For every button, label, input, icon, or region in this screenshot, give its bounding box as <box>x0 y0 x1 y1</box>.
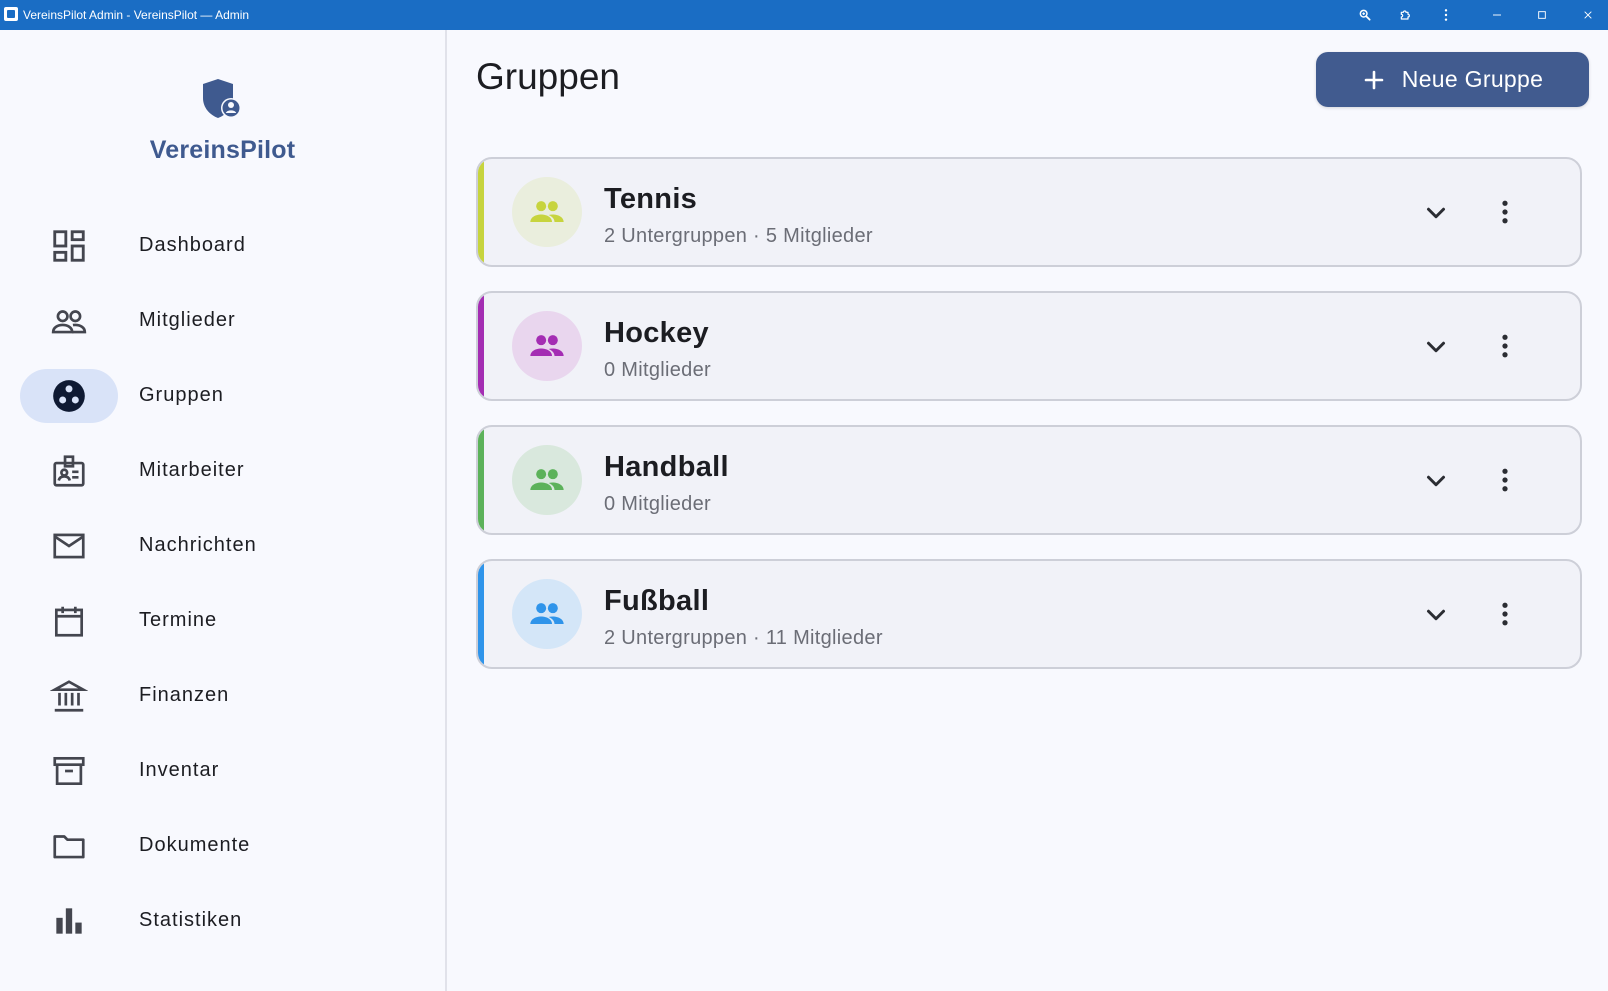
sidebar: VereinsPilot Dashboard Mitglieder Gruppe… <box>0 30 447 991</box>
maximize-icon[interactable] <box>1532 5 1552 25</box>
sidebar-item-mitglieder[interactable]: Mitglieder <box>20 292 425 350</box>
sidebar-item-label: Mitglieder <box>139 309 236 331</box>
group-meta: 0 Mitglieder <box>604 359 711 381</box>
more-options-icon[interactable] <box>1486 461 1524 499</box>
sidebar-item-label: Statistiken <box>139 909 243 931</box>
group-name: Handball <box>604 451 729 483</box>
group-icon <box>512 311 582 381</box>
group-name: Tennis <box>604 183 698 215</box>
group-icon <box>512 579 582 649</box>
group-meta: 0 Mitglieder <box>604 493 711 515</box>
sidebar-item-inventar[interactable]: Inventar <box>20 742 425 800</box>
calendar-icon <box>20 594 118 648</box>
sidebar-item-finanzen[interactable]: Finanzen <box>20 667 425 725</box>
group-meta: 2 Untergruppen · 11 Mitglieder <box>604 627 883 649</box>
dashboard-icon <box>20 219 118 273</box>
extensions-icon[interactable] <box>1396 5 1416 25</box>
group-card-tennis[interactable]: Tennis 2 Untergruppen · 5 Mitglieder <box>476 157 1582 267</box>
new-group-button-label: Neue Gruppe <box>1401 66 1544 92</box>
sidebar-item-statistiken[interactable]: Statistiken <box>20 892 425 950</box>
expand-chevron-icon[interactable] <box>1418 597 1454 633</box>
badge-icon <box>20 444 118 498</box>
group-card-hockey[interactable]: Hockey 0 Mitglieder <box>476 291 1582 401</box>
archive-icon <box>20 744 118 798</box>
groups-icon <box>20 369 118 423</box>
sidebar-item-label: Dokumente <box>139 834 251 856</box>
sidebar-item-label: Dashboard <box>139 234 246 256</box>
sidebar-item-dashboard[interactable]: Dashboard <box>20 217 425 275</box>
more-options-icon[interactable] <box>1486 193 1524 231</box>
kebab-menu-icon[interactable] <box>1436 5 1456 25</box>
group-color-accent <box>478 293 484 399</box>
group-card-fussball[interactable]: Fußball 2 Untergruppen · 11 Mitglieder <box>476 559 1582 669</box>
group-color-accent <box>478 427 484 533</box>
people-icon <box>20 294 118 348</box>
sidebar-item-label: Gruppen <box>139 384 224 406</box>
folder-icon <box>20 819 118 873</box>
title-bar: VereinsPilot Admin - VereinsPilot — Admi… <box>0 0 1608 30</box>
mail-icon <box>20 519 118 573</box>
brand-name: VereinsPilot <box>149 136 296 164</box>
sidebar-item-label: Termine <box>139 609 218 631</box>
group-name: Hockey <box>604 317 709 349</box>
sidebar-item-label: Mitarbeiter <box>139 459 245 481</box>
sidebar-item-termine[interactable]: Termine <box>20 592 425 650</box>
more-options-icon[interactable] <box>1486 327 1524 365</box>
app-icon <box>4 7 18 21</box>
bar-chart-icon <box>20 894 118 948</box>
sidebar-item-gruppen[interactable]: Gruppen <box>20 367 425 425</box>
page-title: Gruppen <box>476 56 620 97</box>
group-name: Fußball <box>604 585 710 617</box>
sidebar-item-label: Nachrichten <box>139 534 257 556</box>
expand-chevron-icon[interactable] <box>1418 329 1454 365</box>
bank-icon <box>20 669 118 723</box>
expand-chevron-icon[interactable] <box>1418 195 1454 231</box>
minimize-icon[interactable] <box>1487 5 1507 25</box>
zoom-icon[interactable] <box>1355 5 1375 25</box>
plus-icon <box>1364 70 1384 89</box>
window-title: VereinsPilot Admin - VereinsPilot — Admi… <box>23 8 250 22</box>
group-meta: 2 Untergruppen · 5 Mitglieder <box>604 225 873 247</box>
shield-user-logo-icon <box>197 78 247 128</box>
sidebar-item-label: Inventar <box>139 759 220 781</box>
sidebar-item-dokumente[interactable]: Dokumente <box>20 817 425 875</box>
sidebar-item-nachrichten[interactable]: Nachrichten <box>20 517 425 575</box>
expand-chevron-icon[interactable] <box>1418 463 1454 499</box>
group-color-accent <box>478 159 484 265</box>
group-icon <box>512 445 582 515</box>
group-card-handball[interactable]: Handball 0 Mitglieder <box>476 425 1582 535</box>
new-group-button[interactable]: Neue Gruppe <box>1316 52 1589 107</box>
sidebar-item-mitarbeiter[interactable]: Mitarbeiter <box>20 442 425 500</box>
sidebar-item-label: Finanzen <box>139 684 230 706</box>
more-options-icon[interactable] <box>1486 595 1524 633</box>
close-icon[interactable] <box>1578 5 1598 25</box>
group-color-accent <box>478 561 484 667</box>
group-icon <box>512 177 582 247</box>
